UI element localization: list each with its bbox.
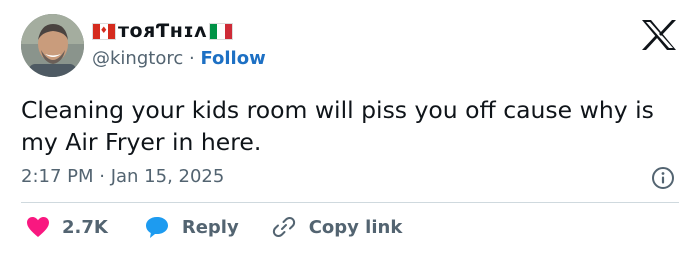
like-count: 2.7K	[62, 216, 108, 238]
author-handle-row: @kingtorc · Follow	[92, 48, 266, 69]
action-bar: 2.7K Reply Copy link	[26, 215, 402, 239]
canada-flag-icon: ♦	[92, 22, 116, 40]
follow-button[interactable]: Follow	[200, 48, 265, 69]
reply-button[interactable]: Reply	[144, 215, 239, 239]
like-button[interactable]: 2.7K	[26, 216, 108, 238]
divider	[21, 202, 679, 203]
copy-link-button[interactable]: Copy link	[271, 215, 403, 239]
separator-dot: ·	[188, 48, 195, 69]
author-handle[interactable]: @kingtorc	[92, 48, 183, 69]
reply-bubble-icon	[145, 217, 168, 238]
italy-flag-icon	[209, 22, 234, 40]
info-icon[interactable]	[651, 166, 675, 190]
copy-link-label: Copy link	[308, 216, 403, 238]
reply-label: Reply	[181, 216, 239, 238]
tweet-text: Cleaning your kids room will piss you of…	[21, 96, 654, 156]
author-display-name[interactable]: ᴛᴏᴙƬʜɪᴧ	[118, 20, 207, 42]
avatar[interactable]	[21, 14, 84, 77]
heart-icon	[27, 217, 49, 237]
author-name-row[interactable]: ♦ ᴛᴏᴙƬʜɪᴧ	[92, 20, 234, 42]
link-icon	[272, 216, 295, 238]
x-logo-icon[interactable]	[640, 18, 678, 52]
tweet-timestamp[interactable]: 2:17 PM · Jan 15, 2025	[21, 166, 224, 187]
